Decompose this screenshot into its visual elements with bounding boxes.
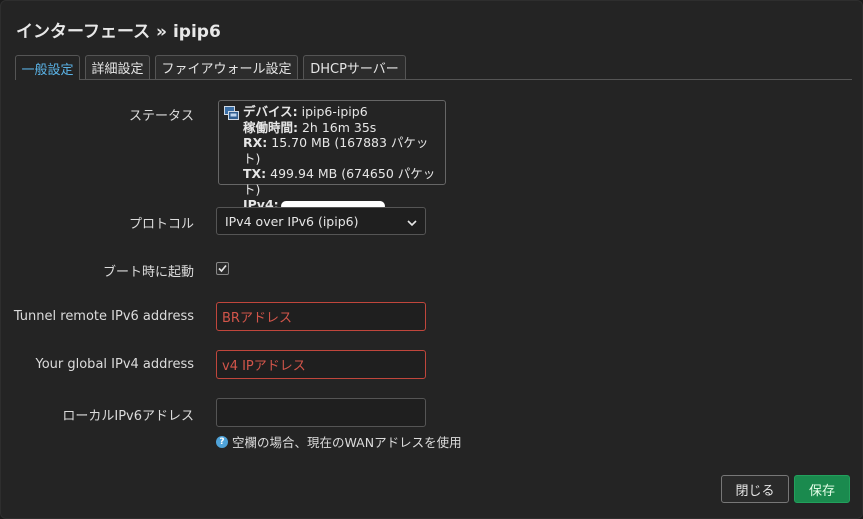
tunnel-remote-label: Tunnel remote IPv6 address	[13, 309, 194, 324]
rx-value: 15.70 MB (167883 パケット)	[243, 135, 429, 166]
tab-general[interactable]: 一般設定	[15, 55, 80, 80]
tab-dhcp[interactable]: DHCPサーバー	[303, 55, 406, 79]
tunnel-remote-value: BRアドレス	[222, 311, 292, 326]
protocol-value: IPv4 over IPv6 (ipip6)	[225, 213, 359, 229]
tx-value: 499.94 MB (674650 パケット)	[243, 166, 436, 197]
rx-key: RX:	[243, 135, 268, 150]
global-ipv4-value: v4 IPアドレス	[222, 359, 306, 374]
help-icon: ?	[216, 435, 228, 448]
tunnel-remote-input[interactable]: BRアドレス	[216, 302, 426, 331]
dialog-title: インターフェース » ipip6	[16, 22, 221, 42]
tab-advanced[interactable]: 詳細設定	[85, 55, 150, 79]
protocol-select[interactable]: IPv4 over IPv6 (ipip6)	[216, 207, 426, 235]
checkmark-icon	[218, 264, 227, 273]
network-device-icon	[224, 106, 239, 124]
status-box: デバイス: ipip6-ipip6 稼働時間: 2h 16m 35s RX: 1…	[218, 100, 446, 212]
protocol-label: プロトコル	[128, 217, 194, 232]
global-ipv4-label: Your global IPv4 address	[35, 357, 194, 372]
tx-key: TX:	[243, 166, 267, 181]
hint-text: 空欄の場合、現在のWANアドレスを使用	[232, 435, 462, 450]
close-button[interactable]: 閉じる	[721, 475, 789, 503]
local-ipv6-input[interactable]	[216, 398, 426, 427]
tab-firewall[interactable]: ファイアウォール設定	[155, 55, 298, 79]
status-label: ステータス	[128, 109, 194, 124]
save-button[interactable]: 保存	[794, 475, 850, 503]
tab-bar: 一般設定 詳細設定 ファイアウォール設定 DHCPサーバー	[15, 55, 852, 80]
local-ipv6-label: ローカルIPv6アドレス	[62, 409, 194, 424]
uptime-value: 2h 16m 35s	[301, 119, 377, 135]
chevron-down-icon	[407, 216, 417, 231]
boot-label: ブート時に起動	[102, 265, 194, 280]
local-ipv6-hint: ? 空欄の場合、現在のWANアドレスを使用	[216, 432, 462, 451]
device-key: デバイス:	[243, 104, 298, 119]
boot-checkbox[interactable]	[216, 262, 229, 275]
uptime-key: 稼働時間:	[243, 119, 298, 135]
device-value: ipip6-ipip6	[301, 104, 368, 119]
global-ipv4-input[interactable]: v4 IPアドレス	[216, 350, 426, 379]
interface-dialog: インターフェース » ipip6 一般設定 詳細設定 ファイアウォール設定 DH…	[0, 0, 863, 519]
